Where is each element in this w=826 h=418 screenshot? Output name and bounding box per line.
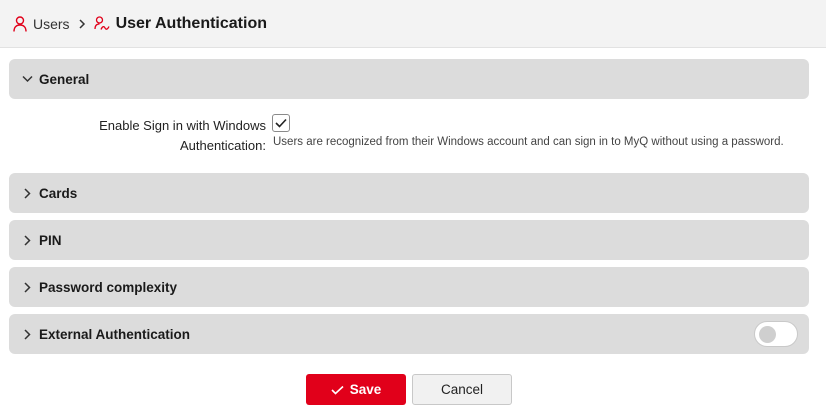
user-auth-icon <box>93 15 110 33</box>
chevron-right-icon <box>78 18 86 29</box>
section-pin-header[interactable]: PIN <box>9 220 809 260</box>
windows-auth-label: Enable Sign in with Windows Authenticati… <box>99 116 266 156</box>
cancel-button-label: Cancel <box>440 382 484 397</box>
external-auth-toggle[interactable] <box>754 321 798 347</box>
windows-auth-checkbox[interactable] <box>272 114 290 132</box>
chevron-right-icon <box>21 281 33 293</box>
chevron-down-icon <box>21 73 33 85</box>
chevron-right-icon <box>21 187 33 199</box>
save-button-label: Save <box>349 382 382 397</box>
breadcrumb-users-link[interactable]: Users <box>33 16 70 32</box>
cancel-button[interactable]: Cancel <box>412 374 512 405</box>
section-password-complexity-header[interactable]: Password complexity <box>9 267 809 307</box>
section-pin-label: PIN <box>39 232 62 248</box>
checkmark-icon <box>331 385 344 395</box>
breadcrumb: Users User Authentication <box>0 0 826 48</box>
windows-auth-description: Users are recognized from their Windows … <box>273 136 784 148</box>
chevron-right-icon <box>21 328 33 340</box>
chevron-right-icon <box>21 234 33 246</box>
checkmark-icon <box>275 118 287 128</box>
section-cards-label: Cards <box>39 185 78 201</box>
section-cards-header[interactable]: Cards <box>9 173 809 213</box>
toggle-knob <box>759 326 776 343</box>
section-password-complexity-label: Password complexity <box>39 279 178 295</box>
section-general-label: General <box>39 71 90 87</box>
windows-auth-label-line2: Authentication: <box>179 138 266 153</box>
windows-auth-label-line1: Enable Sign in with Windows <box>99 118 266 133</box>
section-general-header[interactable]: General <box>9 59 809 99</box>
section-external-auth-header[interactable]: External Authentication <box>9 314 809 354</box>
user-icon[interactable] <box>12 15 28 33</box>
save-button[interactable]: Save <box>306 374 406 405</box>
section-external-auth-label: External Authentication <box>39 326 191 342</box>
page-title: User Authentication <box>115 14 267 32</box>
